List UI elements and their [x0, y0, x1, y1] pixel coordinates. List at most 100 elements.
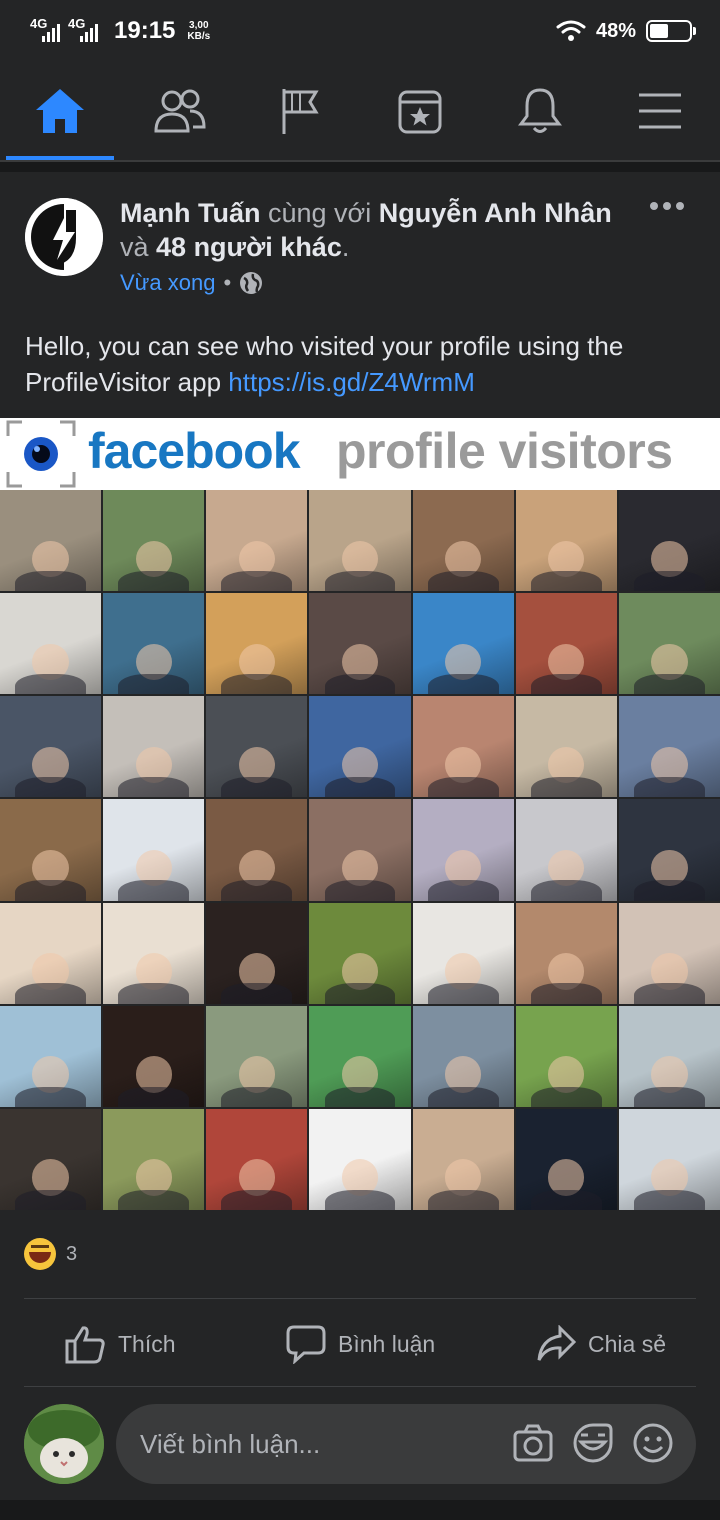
user-avatar[interactable]: [24, 1404, 104, 1484]
profile-photo-tile: [206, 593, 308, 695]
tile-figure-body: [15, 777, 86, 798]
profile-photo-tile: [0, 490, 102, 592]
post-meta: Vừa xong •: [120, 270, 263, 296]
speed-value: 3,00: [189, 20, 209, 31]
profile-photo-grid[interactable]: [0, 490, 720, 1210]
tile-figure-body: [221, 880, 293, 901]
share-button[interactable]: Chia sẻ: [536, 1312, 666, 1376]
profile-photo-tile: [618, 490, 720, 592]
profile-photo-tile: [0, 593, 102, 695]
tile-figure-body: [221, 570, 293, 592]
tile-figure-body: [530, 1189, 602, 1210]
nav-pages-tab[interactable]: [246, 62, 354, 160]
tagged-name[interactable]: Nguyễn Anh Nhân: [379, 198, 612, 228]
profile-photo-tile: [309, 799, 411, 901]
post-options-button[interactable]: [650, 202, 684, 210]
post-time[interactable]: Vừa xong: [120, 270, 215, 296]
status-left: 4G 4G 19:15 3,00 KB/s: [30, 16, 210, 45]
profile-photo-tile: [206, 902, 308, 1004]
nav-home-tab[interactable]: [6, 62, 114, 160]
battery-fill: [650, 24, 669, 38]
nav-notifications-tab[interactable]: [486, 62, 594, 160]
post-text: Hello, you can see who visited your prof…: [25, 328, 705, 400]
reaction-summary[interactable]: 3: [24, 1238, 77, 1270]
tile-figure-body: [634, 983, 705, 1004]
profile-photo-tile: [0, 902, 102, 1004]
tile-figure-body: [427, 983, 499, 1004]
calendar-star-icon: [398, 90, 442, 134]
profile-photo-tile: [206, 696, 308, 798]
profile-photo-tile: [103, 593, 205, 695]
tile-figure-body: [221, 1086, 293, 1107]
nav-events-tab[interactable]: [366, 62, 474, 160]
network-speed: 3,00 KB/s: [187, 20, 210, 42]
like-button[interactable]: Thích: [64, 1312, 176, 1376]
comment-label: Bình luận: [338, 1330, 436, 1357]
haha-reaction-icon: [24, 1238, 56, 1270]
tile-figure-body: [530, 570, 602, 592]
comment-button[interactable]: Bình luận: [286, 1312, 435, 1376]
hamburger-menu-icon: [639, 93, 681, 129]
and-text: và: [120, 232, 157, 262]
nav-menu-tab[interactable]: [606, 62, 714, 160]
camera-icon[interactable]: [512, 1422, 554, 1464]
post-link[interactable]: https://is.gd/Z4WrmM: [228, 367, 475, 397]
profile-photo-tile: [309, 902, 411, 1004]
tile-figure-body: [324, 880, 396, 901]
profile-photo-tile: [206, 490, 308, 592]
profile-photo-tile: [206, 1005, 308, 1107]
battery-percent: 48%: [595, 19, 636, 42]
promo-banner[interactable]: facebook profile visitors: [0, 418, 720, 490]
tile-figure-body: [15, 674, 86, 695]
period: .: [341, 232, 350, 262]
emoji-icon[interactable]: [632, 1422, 674, 1464]
meta-separator: •: [223, 270, 232, 295]
tile-figure-body: [324, 674, 396, 695]
feed-post: Mạnh Tuấn cùng với Nguyễn Anh Nhân và 48 …: [0, 172, 720, 1500]
speed-unit: KB/s: [187, 31, 211, 42]
profile-photo-tile: [618, 593, 720, 695]
thumbs-up-icon: [65, 1326, 105, 1364]
profile-photo-tile: [515, 696, 617, 798]
wifi-icon: [556, 20, 586, 41]
tile-figure-body: [427, 777, 499, 798]
profile-photo-tile: [309, 593, 411, 695]
profile-photo-tile: [0, 1108, 102, 1210]
tile-figure-body: [118, 983, 190, 1004]
profile-photo-tile: [309, 696, 411, 798]
friends-icon: [154, 89, 206, 133]
tile-figure-body: [118, 674, 190, 695]
active-tab-indicator: [6, 156, 114, 160]
tile-figure-body: [118, 570, 190, 592]
author-avatar[interactable]: [25, 198, 103, 276]
profile-photo-tile: [206, 799, 308, 901]
tile-figure-body: [118, 777, 190, 798]
reaction-count: 3: [66, 1242, 78, 1265]
profile-photo-tile: [309, 1108, 411, 1210]
tile-figure-body: [15, 983, 86, 1004]
sticker-icon[interactable]: [572, 1422, 614, 1464]
profile-photo-tile: [309, 1005, 411, 1107]
tile-figure-body: [634, 880, 705, 901]
profile-photo-tile: [618, 799, 720, 901]
profile-photo-tile: [515, 799, 617, 901]
tile-figure-body: [634, 777, 705, 798]
tile-figure-body: [324, 983, 396, 1004]
profile-photo-tile: [515, 593, 617, 695]
banner-brand: facebook: [88, 423, 301, 479]
tile-figure-body: [221, 777, 293, 798]
tile-figure-body: [530, 674, 602, 695]
nav-friends-tab[interactable]: [126, 62, 234, 160]
tile-figure-body: [634, 1086, 705, 1107]
author-name[interactable]: Mạnh Tuấn: [120, 198, 260, 228]
tile-figure-body: [15, 1189, 86, 1210]
status-bar: 4G 4G 19:15 3,00 KB/s 48%: [0, 0, 720, 62]
status-right: 48%: [556, 19, 696, 43]
tile-figure-body: [634, 1189, 705, 1210]
cell-signal-1-icon: 4G: [30, 16, 60, 44]
cat-avatar-icon: [24, 1404, 104, 1484]
others-link[interactable]: 48 người khác: [156, 232, 342, 262]
profile-photo-tile: [412, 696, 514, 798]
profile-photo-tile: [0, 696, 102, 798]
comment-input[interactable]: Viết bình luận...: [116, 1404, 696, 1484]
